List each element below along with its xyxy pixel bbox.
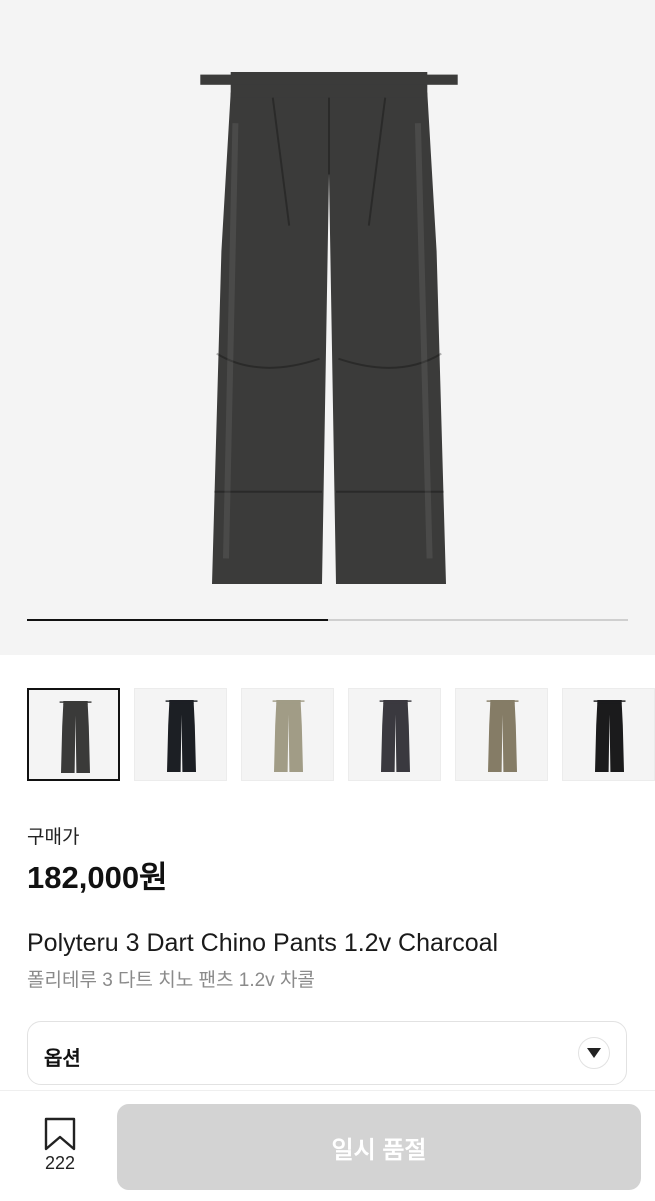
- thumbnail-image: [165, 700, 198, 772]
- product-name-english: Polyteru 3 Dart Chino Pants 1.2v Charcoa…: [27, 929, 499, 957]
- gallery-progress-track: [27, 619, 628, 621]
- product-name-korean: 폴리테루 3 다트 치노 팬츠 1.2v 차콜: [27, 970, 315, 991]
- bottom-action-bar: 222 일시 품절: [0, 1090, 655, 1201]
- bookmark-icon: [44, 1117, 76, 1151]
- product-thumbnail[interactable]: [241, 688, 334, 781]
- bookmark-button[interactable]: 222: [36, 1115, 84, 1179]
- thumbnail-strip[interactable]: [27, 688, 655, 781]
- thumbnail-image: [593, 700, 626, 772]
- thumbnail-image: [486, 700, 519, 772]
- gallery-progress-fill: [27, 619, 328, 621]
- product-main-image: [200, 72, 458, 584]
- product-thumbnail[interactable]: [348, 688, 441, 781]
- thumbnail-image: [272, 700, 305, 772]
- price-label: 구매가: [27, 827, 80, 848]
- option-selector[interactable]: 옵션: [27, 1021, 627, 1085]
- bookmark-count: 222: [44, 1153, 76, 1173]
- option-label: 옵션: [44, 1048, 81, 1070]
- product-thumbnail[interactable]: [27, 688, 120, 781]
- product-image-gallery[interactable]: [0, 0, 655, 655]
- thumbnail-image: [59, 701, 92, 773]
- sold-out-button[interactable]: 일시 품절: [117, 1104, 641, 1190]
- product-price: 182,000원: [27, 860, 168, 895]
- product-thumbnail[interactable]: [134, 688, 227, 781]
- product-thumbnail[interactable]: [455, 688, 548, 781]
- product-thumbnail[interactable]: [562, 688, 655, 781]
- chevron-down-icon[interactable]: [578, 1037, 610, 1069]
- thumbnail-image: [379, 700, 412, 772]
